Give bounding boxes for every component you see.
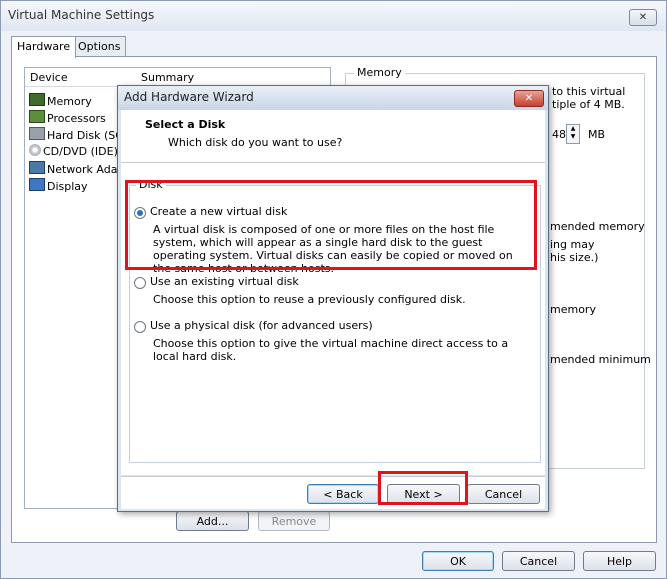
help-button[interactable]: Help [583, 551, 656, 571]
remove-device-button[interactable]: Remove [258, 511, 330, 531]
device-label: Display [47, 180, 88, 193]
cancel-button[interactable]: Cancel [502, 551, 575, 571]
spin-up-icon[interactable]: ▲ [567, 125, 579, 133]
memory-rec-5: mended minimum [550, 353, 651, 366]
wizard-cancel-button[interactable]: Cancel [467, 484, 540, 504]
window-titlebar: Virtual Machine Settings ✕ [1, 1, 666, 31]
memory-spinner[interactable]: ▲ ▼ [566, 124, 580, 144]
device-processors[interactable]: Processors [29, 110, 106, 126]
add-device-button[interactable]: Add... [176, 511, 249, 531]
device-label: Processors [47, 112, 106, 125]
wizard-footer: < Back Next > Cancel [121, 471, 545, 509]
spin-down-icon[interactable]: ▼ [567, 133, 579, 141]
hard-disk-icon [29, 127, 45, 140]
display-icon [29, 178, 45, 191]
option-physical-disk-label[interactable]: Use a physical disk (for advanced users) [150, 319, 373, 332]
memory-icon [29, 93, 45, 106]
option-existing-disk-desc: Choose this option to reuse a previously… [153, 293, 466, 306]
device-network[interactable]: Network Adapt [29, 161, 129, 177]
device-hard-disk[interactable]: Hard Disk (SCS [29, 127, 130, 143]
network-icon [29, 161, 45, 174]
device-label: CD/DVD (IDE) [43, 145, 118, 158]
wizard-close-icon[interactable]: ✕ [514, 90, 544, 107]
radio-existing-disk[interactable] [134, 277, 146, 289]
memory-rec-3: his size.) [550, 251, 599, 264]
wizard-subheading: Which disk do you want to use? [168, 136, 343, 149]
tab-hardware[interactable]: Hardware [11, 36, 77, 58]
add-hardware-wizard: Add Hardware Wizard ✕ Select a Disk Whic… [117, 85, 549, 512]
memory-text-2: tiple of 4 MB. [552, 98, 625, 111]
processor-icon [29, 110, 45, 123]
memory-rec-2: ing may [550, 238, 595, 251]
memory-unit: MB [588, 128, 606, 141]
tab-options[interactable]: Options [72, 36, 127, 57]
wizard-body: Disk Create a new virtual disk A virtual… [121, 163, 545, 475]
column-device[interactable]: Device [30, 71, 68, 84]
option-physical-disk-desc: Choose this option to give the virtual m… [153, 337, 509, 363]
cd-dvd-icon [29, 144, 41, 156]
memory-text-1: to this virtual [552, 85, 626, 98]
memory-value[interactable]: 48 [552, 128, 566, 141]
back-button[interactable]: < Back [307, 484, 379, 504]
device-display[interactable]: Display [29, 178, 88, 194]
option-existing-disk-label[interactable]: Use an existing virtual disk [150, 275, 299, 288]
device-memory[interactable]: Memory [29, 93, 92, 109]
window-title: Virtual Machine Settings [8, 8, 155, 22]
ok-button[interactable]: OK [422, 551, 494, 571]
radio-physical-disk[interactable] [134, 321, 146, 333]
wizard-title: Add Hardware Wizard [124, 90, 254, 104]
memory-rec-4: memory [550, 303, 596, 316]
memory-group-label: Memory [354, 66, 405, 79]
device-label: Memory [47, 95, 92, 108]
column-summary[interactable]: Summary [141, 71, 194, 84]
wizard-heading: Select a Disk [145, 118, 226, 131]
wizard-titlebar: Add Hardware Wizard ✕ [118, 86, 548, 110]
highlight-create-option [125, 180, 537, 270]
wizard-header: Select a Disk Which disk do you want to … [121, 110, 545, 163]
memory-rec-1: mended memory [550, 220, 645, 233]
window-close-icon[interactable]: ✕ [629, 9, 657, 26]
highlight-next-button [378, 471, 468, 505]
device-cd-dvd[interactable]: CD/DVD (IDE) [29, 144, 118, 160]
